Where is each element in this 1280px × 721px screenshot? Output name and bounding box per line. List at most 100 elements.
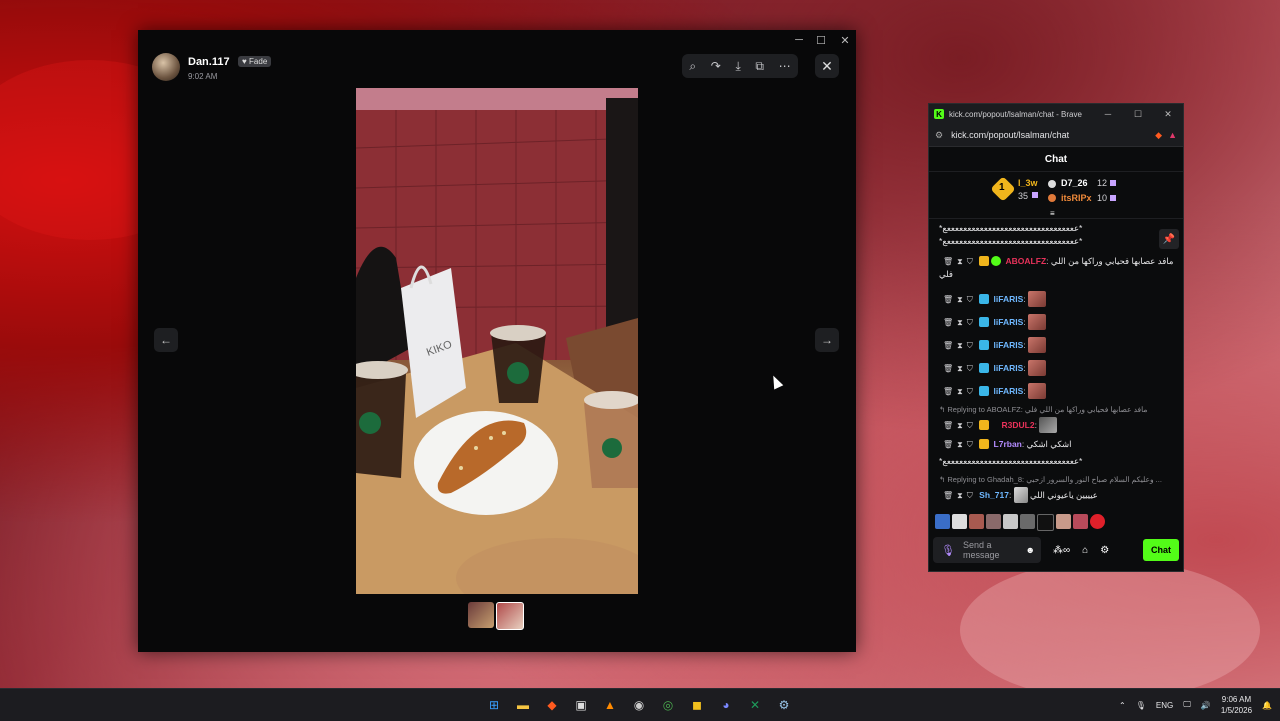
ban-icon[interactable]: ⛉ — [967, 387, 973, 397]
microphone-icon[interactable]: 🎙 — [1136, 701, 1146, 710]
ban-icon[interactable]: ⛉ — [967, 341, 973, 351]
maximize-icon[interactable]: ☐ — [810, 34, 832, 47]
emote[interactable] — [935, 514, 950, 529]
steam-icon[interactable]: ⚙ — [772, 693, 796, 717]
delete-icon[interactable]: 🗑 — [943, 387, 953, 396]
leader-third-user[interactable]: itsRIPx — [1061, 193, 1092, 203]
emote[interactable] — [1020, 514, 1035, 529]
timeout-icon[interactable]: ⧗ — [957, 295, 963, 305]
ban-icon[interactable]: ⛉ — [967, 318, 973, 328]
discord-icon[interactable]: ◕ — [714, 693, 738, 717]
leader-first-user[interactable]: l_3w — [1018, 178, 1038, 188]
volume-icon[interactable]: 🔊 — [1201, 701, 1211, 710]
ban-icon[interactable]: ⛉ — [967, 295, 973, 305]
ban-icon[interactable]: ⛉ — [967, 440, 973, 450]
zoom-in-icon[interactable]: ⌕ — [689, 59, 696, 74]
timeout-icon[interactable]: ⧗ — [957, 387, 963, 397]
author-name[interactable]: Dan.117 — [188, 56, 230, 68]
settings-icon[interactable]: ⚙ — [1100, 545, 1109, 556]
ban-icon[interactable]: ⛉ — [967, 364, 973, 374]
delete-icon[interactable]: 🗑 — [943, 341, 953, 350]
emote[interactable] — [986, 514, 1001, 529]
delete-icon[interactable]: 🗑 — [943, 440, 953, 449]
delete-icon[interactable]: 🗑 — [943, 421, 953, 430]
emote[interactable] — [1073, 514, 1088, 529]
brave-shields-icon[interactable]: ◆ — [1155, 130, 1162, 141]
next-image-button[interactable]: → — [815, 328, 839, 352]
language-indicator[interactable]: ENG — [1156, 701, 1173, 710]
excel-icon[interactable]: ✕ — [743, 693, 767, 717]
windows-start-icon[interactable]: ⊞ — [482, 693, 506, 717]
chat-username[interactable]: ABOALFZ — [1006, 256, 1047, 266]
window-close-icon[interactable]: ✕ — [1153, 109, 1183, 120]
chat-username[interactable]: liFARIS — [994, 317, 1024, 327]
microphone-icon[interactable]: 🎙 — [941, 544, 955, 557]
chrome-icon[interactable]: ◎ — [656, 693, 680, 717]
minimize-icon[interactable]: ─ — [788, 34, 810, 46]
reply-context[interactable]: ↰ Replying to ABOALFZ: مافد عصابها فحياب… — [939, 405, 1183, 414]
emote[interactable] — [1090, 514, 1105, 529]
ban-icon[interactable]: ⛉ — [967, 257, 973, 267]
chat-app-icon[interactable]: ◼ — [685, 693, 709, 717]
store-icon[interactable]: ⌂ — [1082, 545, 1088, 556]
chat-username[interactable]: liFARIS — [994, 340, 1024, 350]
chat-username[interactable]: R3DUL2 — [1002, 420, 1035, 430]
ban-icon[interactable]: ⛉ — [967, 421, 973, 431]
minimize-icon[interactable]: ─ — [1093, 109, 1123, 119]
emote[interactable] — [952, 514, 967, 529]
timeout-icon[interactable]: ⧗ — [957, 421, 963, 431]
timeout-icon[interactable]: ⧗ — [957, 341, 963, 351]
store-icon[interactable]: ▣ — [569, 693, 593, 717]
address-bar[interactable]: ⚙ kick.com/popout/lsalman/chat ◆ ▲ — [929, 124, 1183, 147]
previous-image-button[interactable]: ← — [154, 328, 178, 352]
download-icon[interactable]: ⤓ — [735, 59, 740, 74]
timeout-icon[interactable]: ⧗ — [957, 364, 963, 374]
tray-chevron-icon[interactable]: ⌃ — [1119, 701, 1126, 710]
emote[interactable] — [969, 514, 984, 529]
vlc-icon[interactable]: ▲ — [598, 693, 622, 717]
reply-context[interactable]: ↰ Replying to Ghadah_8: وعليكم السلام صب… — [939, 475, 1183, 484]
emote[interactable] — [1037, 514, 1054, 531]
close-viewer-button[interactable]: ✕ — [815, 54, 839, 78]
pin-button[interactable]: 📌 — [1159, 229, 1179, 249]
chat-username[interactable]: liFARIS — [994, 386, 1024, 396]
chat-username[interactable]: liFARIS — [994, 294, 1024, 304]
brave-icon[interactable]: ◆ — [540, 693, 564, 717]
avatar[interactable] — [152, 52, 180, 81]
chat-username[interactable]: liFARIS — [994, 363, 1024, 373]
timeout-icon[interactable]: ⧗ — [957, 257, 963, 267]
delete-icon[interactable]: 🗑 — [943, 257, 953, 266]
open-external-icon[interactable]: ⧉ — [755, 59, 764, 74]
more-icon[interactable]: ⋯ — [779, 59, 791, 73]
chat-username[interactable]: Sh_717 — [979, 490, 1009, 500]
chat-username[interactable]: L7rban — [994, 439, 1022, 449]
file-explorer-icon[interactable]: ▬ — [511, 693, 535, 717]
timeout-icon[interactable]: ⧗ — [957, 440, 963, 450]
emote[interactable] — [1056, 514, 1071, 529]
url-text[interactable]: kick.com/popout/lsalman/chat — [951, 130, 1155, 140]
forward-icon[interactable]: ↷ — [711, 59, 721, 73]
points-icon[interactable]: ⁂∞ — [1053, 545, 1070, 556]
site-settings-icon[interactable]: ⚙ — [935, 130, 943, 141]
delete-icon[interactable]: 🗑 — [943, 295, 953, 304]
collapse-icon[interactable]: ≡ — [1050, 209, 1055, 218]
emote[interactable] — [1003, 514, 1018, 529]
delete-icon[interactable]: 🗑 — [943, 364, 953, 373]
clock[interactable]: 9:06 AM 1/5/2026 — [1221, 694, 1252, 716]
network-icon[interactable]: 🖵 — [1183, 700, 1191, 710]
obs-icon[interactable]: ◉ — [627, 693, 651, 717]
brave-rewards-icon[interactable]: ▲ — [1168, 130, 1177, 140]
maximize-icon[interactable]: ☐ — [1123, 109, 1153, 120]
chat-input[interactable]: 🎙 Send a message ☻ — [933, 537, 1041, 563]
emoji-icon[interactable]: ☻ — [1026, 545, 1035, 555]
timeout-icon[interactable]: ⧗ — [957, 491, 963, 501]
thumbnail[interactable] — [496, 602, 524, 630]
delete-icon[interactable]: 🗑 — [943, 318, 953, 327]
chat-send-button[interactable]: Chat — [1143, 539, 1179, 561]
delete-icon[interactable]: 🗑 — [943, 491, 953, 500]
thumbnail[interactable] — [468, 602, 494, 628]
timeout-icon[interactable]: ⧗ — [957, 318, 963, 328]
leader-second-user[interactable]: D7_26 — [1061, 178, 1088, 188]
notification-icon[interactable]: 🔔 — [1262, 701, 1272, 710]
window-close-icon[interactable]: ✕ — [834, 34, 856, 47]
